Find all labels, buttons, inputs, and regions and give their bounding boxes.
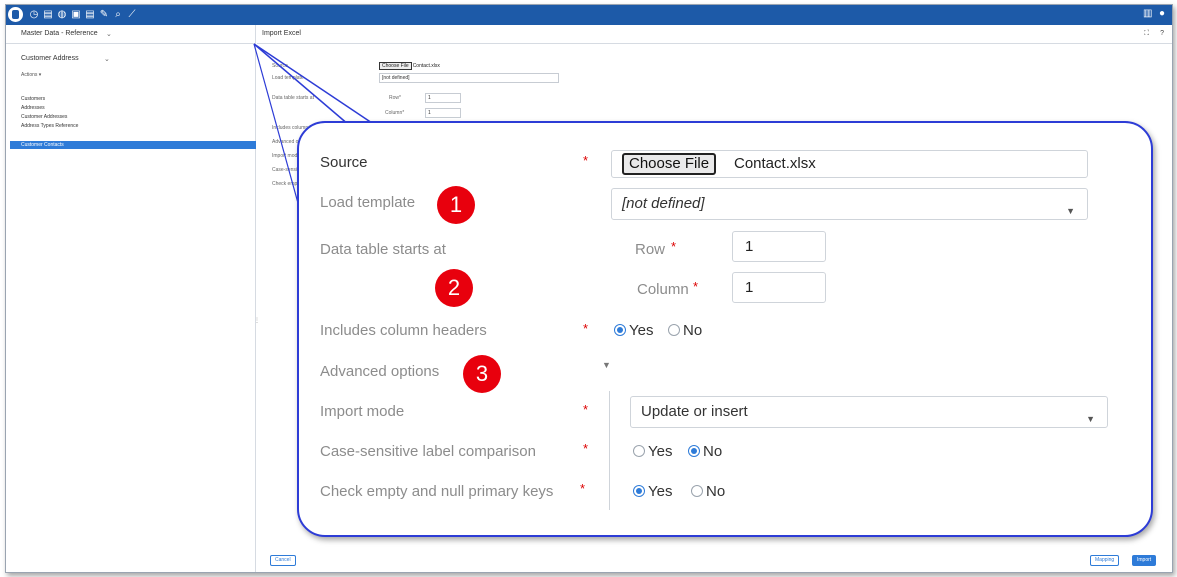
row-label: Row (635, 241, 666, 258)
left-nav-header: Master Data - Reference ⌄ (6, 25, 255, 44)
chevron-down-icon[interactable]: ▼ (602, 360, 611, 370)
row-input[interactable]: 1 (732, 231, 826, 262)
left-navigation: Master Data - Reference ⌄ Customer Addre… (6, 25, 260, 572)
chevron-down-icon[interactable]: ⌄ (104, 55, 110, 63)
check-empty-keys-label: Check empty and null primary keys (320, 483, 554, 500)
cancel-button[interactable]: Cancel (270, 555, 296, 566)
includes-headers-label: Includes column headers (320, 322, 487, 339)
yes-label: Yes (648, 483, 673, 500)
mini-load-template-select[interactable]: [not defined] (379, 73, 559, 83)
required-marker: * (583, 321, 589, 336)
gauge-icon[interactable]: ◍ (56, 8, 68, 21)
callout-badge-3: 3 (463, 355, 501, 393)
radio-selected-icon (633, 485, 645, 497)
no-label: No (703, 443, 723, 460)
required-marker: * (583, 402, 589, 417)
advanced-divider (609, 391, 610, 510)
radio-icon (691, 485, 703, 497)
import-mode-select[interactable]: Update or insert ▼ (630, 396, 1108, 428)
entity-title[interactable]: Customer Address (21, 55, 79, 62)
mini-choose-file-button[interactable]: Choose File (379, 62, 412, 70)
case-sensitive-yes[interactable]: Yes (633, 443, 672, 460)
file-name: Contact.xlsx (734, 155, 816, 172)
master-data-title[interactable]: Master Data - Reference (21, 30, 98, 37)
nav-item-addresses[interactable]: Addresses (10, 104, 256, 112)
no-label: No (683, 322, 703, 339)
mini-column-input[interactable]: 1 (425, 108, 461, 118)
mini-data-table-label: Data table starts at (272, 95, 314, 101)
mini-file-input[interactable]: Choose File Contact.xlsx (379, 62, 440, 70)
actions-menu[interactable]: Actions ▾ (21, 72, 41, 78)
mini-load-template-label: Load template (272, 75, 304, 81)
radio-selected-icon (614, 324, 626, 336)
chevron-down-icon: ▼ (1086, 414, 1095, 424)
mini-row-input[interactable]: 1 (425, 93, 461, 103)
mini-source-label: Source (272, 63, 288, 69)
check-empty-yes[interactable]: Yes (633, 483, 672, 500)
document-icon[interactable]: ▤ (42, 8, 54, 21)
load-template-value: [not defined] (622, 195, 705, 212)
source-label: Source (320, 154, 368, 171)
import-button[interactable]: Import (1132, 555, 1157, 566)
load-template-label: Load template (320, 194, 416, 211)
search-icon[interactable]: ⌕ (112, 8, 124, 21)
chevron-down-icon[interactable]: ⌄ (106, 30, 112, 38)
required-marker: * (583, 441, 589, 456)
mini-row-label: Row* (389, 95, 401, 101)
document2-icon[interactable]: ▤ (84, 8, 96, 21)
includes-headers-yes[interactable]: Yes (614, 322, 653, 339)
pin-icon[interactable]: ✎ (98, 8, 110, 21)
includes-headers-no[interactable]: No (668, 322, 702, 339)
required-marker: * (583, 153, 589, 168)
help-icon[interactable]: ? (1160, 30, 1164, 37)
page-title: Import Excel (262, 30, 301, 37)
callout-badge-1: 1 (437, 186, 475, 224)
data-icon[interactable]: ▣ (70, 8, 82, 21)
mini-column-label: Column* (385, 110, 405, 116)
yes-label: Yes (629, 322, 654, 339)
required-marker: * (580, 481, 586, 496)
grid-icon[interactable]: ▥ (1143, 8, 1152, 19)
callout-badge-2: 2 (435, 269, 473, 307)
load-template-select[interactable]: [not defined] ▼ (611, 188, 1088, 220)
chevron-down-icon: ▼ (1066, 206, 1075, 216)
data-table-starts-label: Data table starts at (320, 241, 446, 258)
choose-file-button[interactable]: Choose File (622, 153, 717, 175)
import-mode-label: Import mode (320, 403, 405, 420)
file-input[interactable]: Choose File Contact.xlsx (611, 150, 1088, 178)
clock-icon[interactable]: ◷ (28, 8, 40, 21)
main-header: Import Excel ⛶ ? (257, 25, 1172, 44)
mapping-button[interactable]: Mapping (1090, 555, 1120, 566)
column-input[interactable]: 1 (732, 272, 826, 303)
radio-icon (668, 324, 680, 336)
nav-item-customers[interactable]: Customers (10, 95, 256, 103)
required-marker: * (671, 239, 677, 254)
mini-import-mode-label: Import mode (272, 153, 301, 159)
required-marker: * (693, 279, 699, 294)
mini-file-name: Contact.xlsx (412, 63, 440, 69)
radio-icon (633, 445, 645, 457)
advanced-options-label[interactable]: Advanced options (320, 363, 439, 380)
no-label: No (706, 483, 726, 500)
nav-item-customer-contacts[interactable]: Customer Contacts (10, 141, 256, 149)
radio-selected-icon (688, 445, 700, 457)
app-logo[interactable] (8, 7, 23, 22)
import-mode-value: Update or insert (641, 403, 748, 420)
wand-icon[interactable]: ⟋ (126, 8, 138, 21)
yes-label: Yes (648, 443, 673, 460)
nav-item-customer-addresses[interactable]: Customer Addresses (10, 113, 256, 121)
expand-icon[interactable]: ⛶ (1144, 30, 1149, 38)
user-icon[interactable]: ● (1159, 8, 1165, 19)
top-toolbar: ◷ ▤ ◍ ▣ ▤ ✎ ⌕ ⟋ ▥ ● (6, 5, 1172, 25)
column-label: Column (637, 281, 689, 298)
nav-item-address-types[interactable]: Address Types Reference (10, 122, 256, 130)
case-sensitive-label: Case-sensitive label comparison (320, 443, 536, 460)
check-empty-no[interactable]: No (691, 483, 725, 500)
zoomed-import-form: Source * Choose File Contact.xlsx Load t… (297, 121, 1153, 537)
case-sensitive-no[interactable]: No (688, 443, 722, 460)
